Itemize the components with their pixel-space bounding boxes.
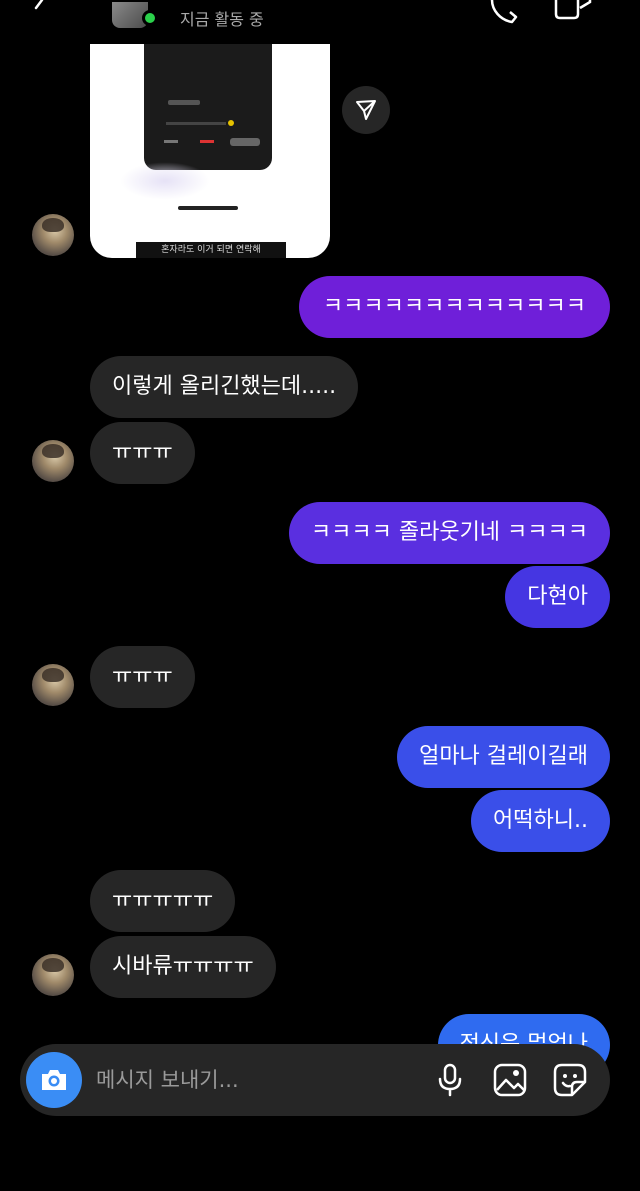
send-icon [356,100,376,120]
sender-avatar[interactable] [32,440,74,482]
post-image-glow [120,162,210,200]
message-outgoing[interactable]: ㅋㅋㅋㅋㅋㅋㅋㅋㅋㅋㅋㅋㅋ [298,276,610,338]
shared-post-card[interactable]: 혼자라도 이거 되면 연락해 [90,44,330,258]
post-caption: 혼자라도 이거 되면 연락해 [136,242,286,258]
sender-avatar[interactable] [32,954,74,996]
share-button[interactable] [342,86,390,134]
microphone-icon[interactable] [432,1062,468,1098]
post-home-bar [178,206,238,210]
camera-icon [42,1070,66,1090]
message-input[interactable] [96,1060,416,1100]
back-icon[interactable] [28,0,48,20]
message-outgoing[interactable]: ㅋㅋㅋㅋ 졸라웃기네 ㅋㅋㅋㅋ [288,502,610,564]
activity-status: 지금 활동 중 [180,10,264,29]
message-incoming[interactable]: 이렇게 올리긴했는데..... [90,356,359,418]
camera-button[interactable] [26,1052,82,1108]
online-status-dot [142,10,158,26]
sender-avatar[interactable] [32,214,74,256]
message-incoming[interactable]: 시바류ㅠㅠㅠㅠ [90,936,276,998]
video-call-icon[interactable] [552,0,596,22]
message-composer [20,1044,610,1116]
message-incoming[interactable]: ㅠㅠㅠㅠㅠ [90,870,236,932]
chat-header: 지금 활동 중 [0,0,640,36]
gallery-icon[interactable] [492,1062,528,1098]
sticker-icon[interactable] [552,1062,588,1098]
message-incoming[interactable]: ㅠㅠㅠ [90,646,195,708]
message-incoming[interactable]: ㅠㅠㅠ [90,422,195,484]
post-phone-screenshot [144,44,272,170]
message-outgoing[interactable]: 다현아 [505,566,610,628]
message-outgoing[interactable]: 어떡하니.. [471,790,610,852]
call-icon[interactable] [486,0,520,26]
sender-avatar[interactable] [32,664,74,706]
message-outgoing[interactable]: 얼마나 걸레이길래 [397,726,610,788]
